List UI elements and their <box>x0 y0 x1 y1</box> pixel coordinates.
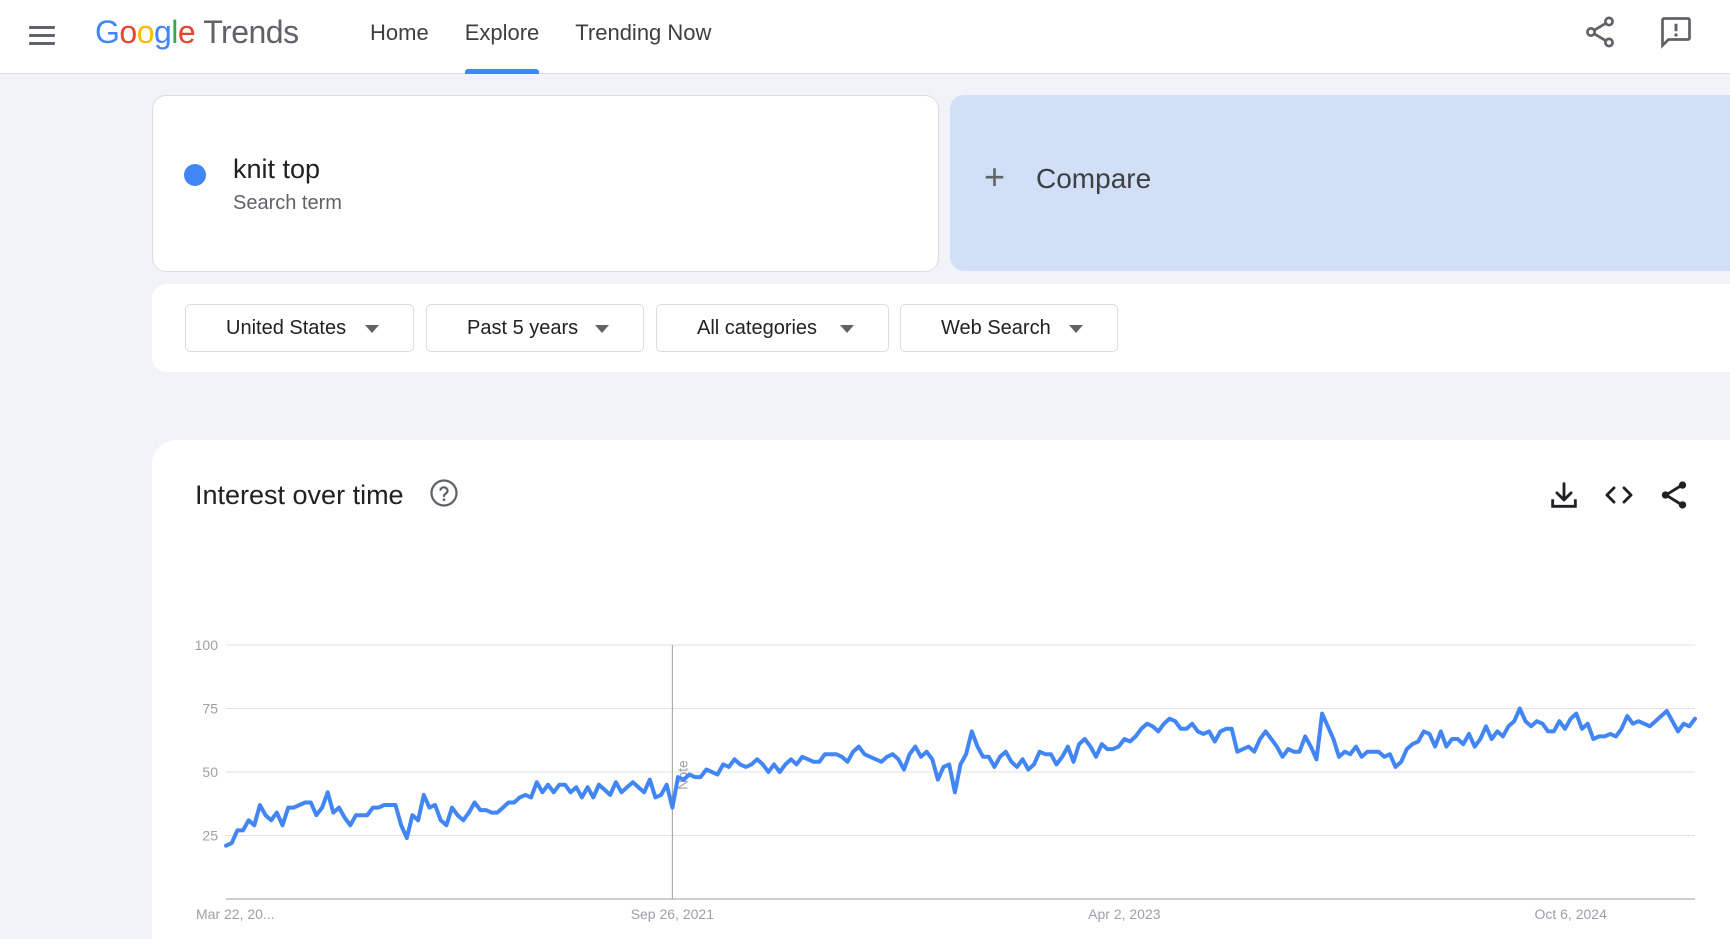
interest-line-chart: 255075100NoteMar 22, 20... Sep 26, 2021 Ap… <box>195 637 1697 922</box>
feedback-icon[interactable] <box>1658 14 1694 50</box>
y-tick-label: 25 <box>202 828 218 844</box>
dropdown-caret-icon <box>1069 325 1083 333</box>
plus-icon: + <box>984 156 1006 197</box>
series-line-knit-top <box>224 706 1697 848</box>
dropdown-caret-icon <box>365 325 379 333</box>
x-tick-label: Apr 2, 2023 <box>1088 906 1161 922</box>
y-tick-label: 100 <box>195 637 219 653</box>
category-filter-label: All categories <box>697 317 818 339</box>
filter-bar: United States Past 5 years All categorie… <box>152 284 1730 372</box>
main-nav: Home Explore Trending Now <box>352 0 729 74</box>
time-range-filter-label: Past 5 years <box>467 317 579 339</box>
search-term-name[interactable]: knit top <box>233 154 320 185</box>
x-tick-label: Mar 22, 20... <box>196 906 275 922</box>
nav-explore[interactable]: Explore <box>447 0 558 74</box>
search-term-type: Search term <box>233 192 342 214</box>
x-tick-label: Oct 6, 2024 <box>1535 906 1608 922</box>
interest-over-time-card: Interest over time 25 50 75 100 Note Mar 22, … <box>152 440 1730 939</box>
top-header: Google Trends Home Explore Trending Now <box>0 0 1730 74</box>
main-menu-icon[interactable] <box>26 20 58 52</box>
time-range-filter[interactable]: Past 5 years <box>426 304 644 352</box>
y-tick-label: 50 <box>202 764 218 780</box>
nav-trending-now[interactable]: Trending Now <box>557 0 729 74</box>
search-term-card[interactable]: knit top Search term <box>152 95 939 272</box>
term-color-dot <box>184 164 206 186</box>
y-tick-label: 75 <box>202 701 218 717</box>
category-filter[interactable]: All categories <box>656 304 889 352</box>
region-filter[interactable]: United States <box>185 304 414 352</box>
region-filter-label: United States <box>226 317 347 339</box>
dropdown-caret-icon <box>595 325 609 333</box>
search-type-filter[interactable]: Web Search <box>900 304 1118 352</box>
share-icon[interactable] <box>1582 14 1618 50</box>
compare-button[interactable]: + Compare <box>950 95 1730 271</box>
x-tick-label: Sep 26, 2021 <box>631 906 715 922</box>
google-trends-logo[interactable]: Google Trends <box>95 12 299 52</box>
compare-label: Compare <box>1036 163 1152 194</box>
dropdown-caret-icon <box>840 325 854 333</box>
search-type-filter-label: Web Search <box>941 317 1051 339</box>
nav-home[interactable]: Home <box>352 0 447 74</box>
